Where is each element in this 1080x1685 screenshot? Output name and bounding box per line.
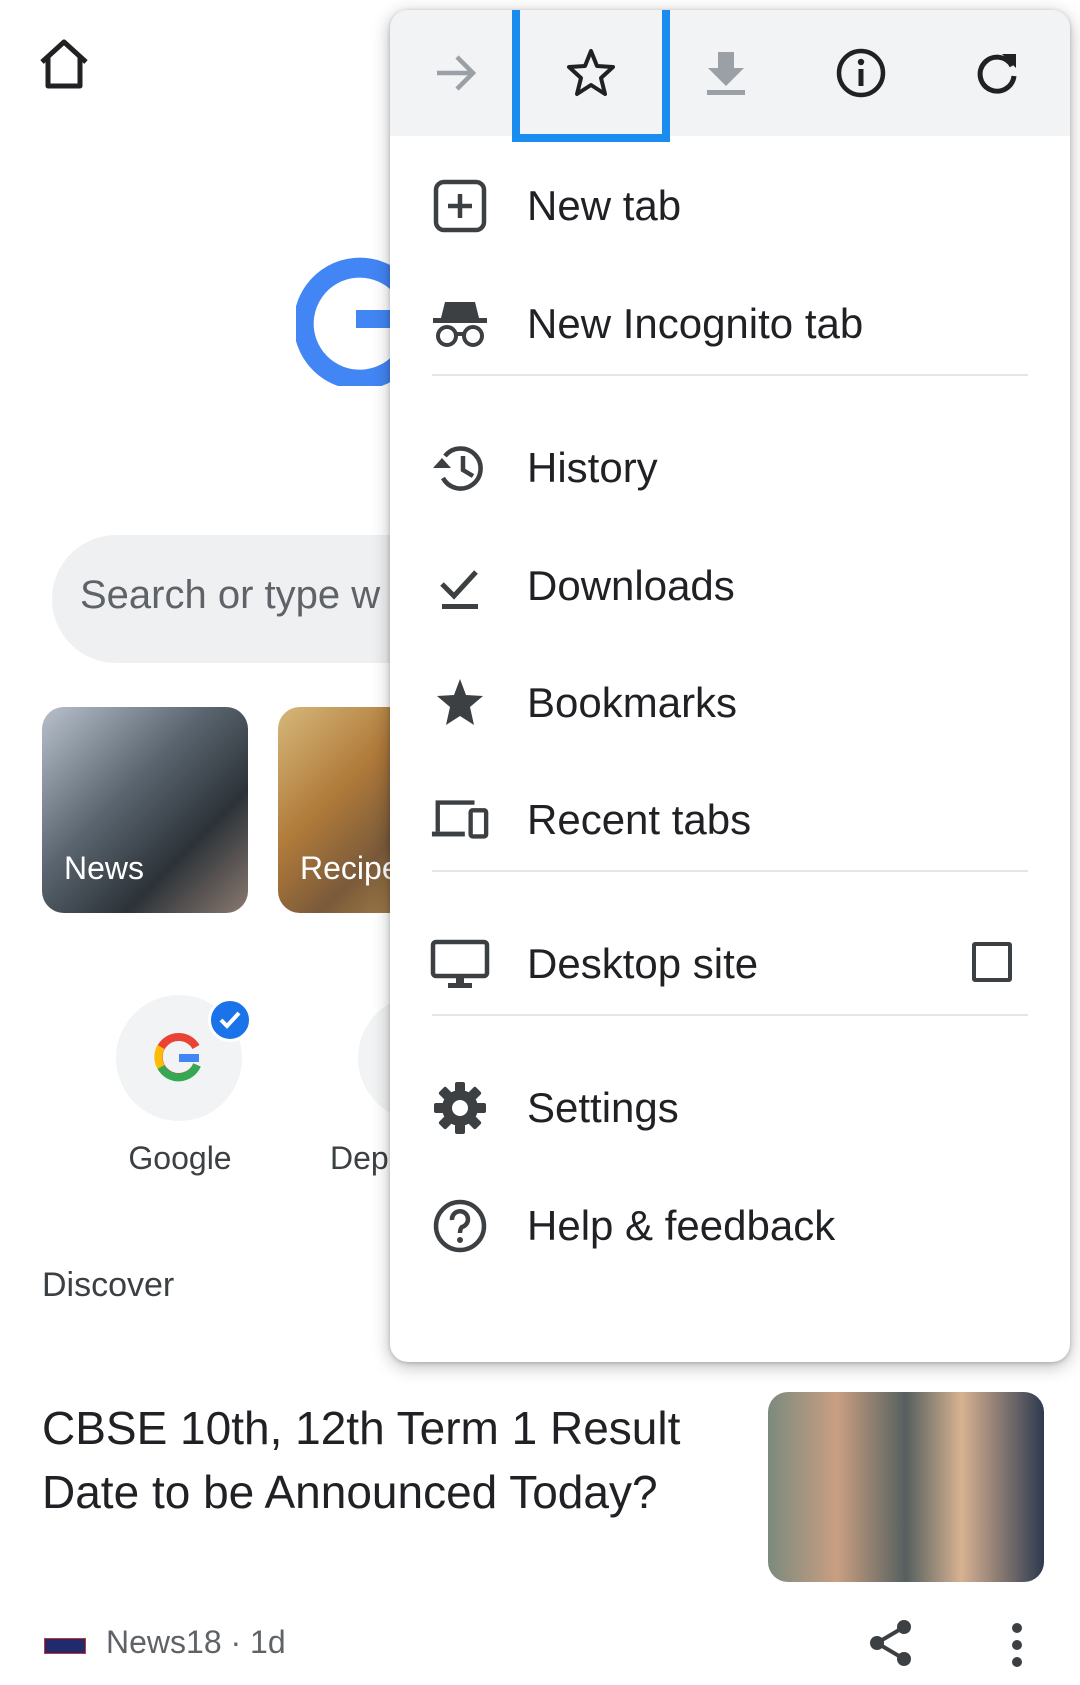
explore-tile-news[interactable]: News (42, 707, 248, 913)
help-icon (430, 1196, 490, 1256)
forward-button[interactable] (423, 40, 489, 106)
reload-icon (977, 54, 1017, 94)
menu-item-new-incognito-tab[interactable]: New Incognito tab (390, 268, 1070, 380)
menu-divider (432, 1014, 1028, 1016)
download-page-button[interactable] (693, 40, 759, 106)
menu-item-label: New tab (527, 182, 682, 229)
menu-item-desktop-site[interactable]: Desktop site (390, 908, 1070, 1020)
menu-toolbar (390, 10, 1070, 142)
article-thumbnail[interactable] (768, 1392, 1044, 1582)
page-info-button[interactable] (828, 40, 894, 106)
more-options-button[interactable] (1002, 1620, 1032, 1670)
menu-item-settings[interactable]: Settings (390, 1052, 1070, 1164)
menu-item-label: Bookmarks (527, 679, 738, 726)
more-vert-icon (1012, 1623, 1022, 1667)
news18-logo-icon (44, 1638, 86, 1654)
new-tab-icon (430, 176, 490, 236)
share-icon (870, 1620, 911, 1666)
menu-item-help-feedback[interactable]: Help & feedback (390, 1170, 1070, 1282)
download-icon (707, 52, 745, 95)
menu-item-label: Settings (527, 1084, 679, 1131)
menu-item-label: Help & feedback (527, 1202, 836, 1249)
article-source: News18 · 1d (106, 1624, 286, 1660)
check-badge-icon (208, 998, 252, 1042)
bookmarks-star-icon (430, 673, 490, 733)
menu-item-recent-tabs[interactable]: Recent tabs (390, 764, 1070, 876)
shortcut-label: Google (128, 1140, 232, 1176)
highlight-box (512, 10, 670, 142)
home-icon (40, 39, 88, 89)
incognito-icon (430, 294, 490, 354)
search-placeholder: Search or type w (80, 573, 381, 617)
menu-item-label: History (527, 444, 658, 491)
menu-item-downloads[interactable]: Downloads (390, 530, 1070, 642)
tile-label: Recipe (300, 850, 400, 886)
menu-item-label: New Incognito tab (527, 300, 864, 347)
shortcut-label: Dep (330, 1140, 389, 1176)
menu-item-label: Desktop site (527, 940, 759, 987)
menu-item-new-tab[interactable]: New tab (390, 150, 1070, 262)
desktop-icon (430, 934, 490, 994)
desktop-site-checkbox[interactable] (972, 942, 1012, 982)
devices-icon (430, 790, 490, 850)
article-title[interactable]: CBSE 10th, 12th Term 1 Result Date to be… (42, 1396, 722, 1524)
menu-item-history[interactable]: History (390, 412, 1070, 524)
forward-arrow-icon (437, 55, 477, 91)
tile-label: News (64, 850, 145, 886)
menu-item-bookmarks[interactable]: Bookmarks (390, 647, 1070, 759)
info-icon (836, 48, 886, 98)
history-icon (430, 438, 490, 498)
gear-icon (430, 1078, 490, 1138)
menu-item-label: Downloads (527, 562, 735, 609)
overflow-menu: New tab New Incognito tab History Downlo… (390, 10, 1070, 1362)
downloads-check-icon (430, 556, 490, 616)
share-button[interactable] (868, 1618, 914, 1668)
discover-heading: Discover (42, 1266, 175, 1304)
home-button[interactable] (36, 36, 92, 92)
menu-divider (432, 870, 1028, 872)
menu-divider (432, 374, 1028, 376)
menu-item-label: Recent tabs (527, 796, 752, 843)
reload-button[interactable] (964, 40, 1030, 106)
